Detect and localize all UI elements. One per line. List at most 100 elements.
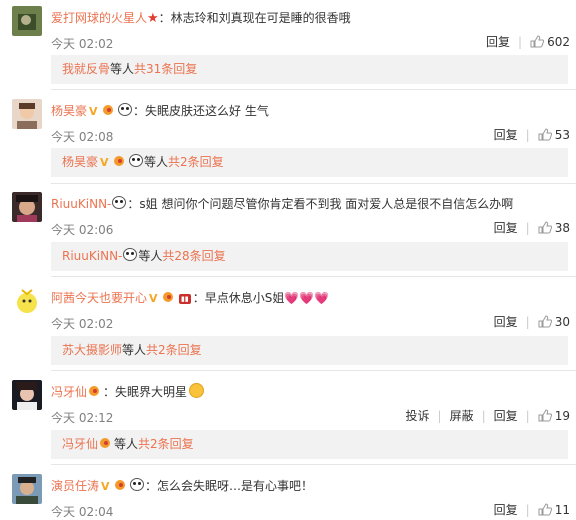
action-divider: | xyxy=(481,409,486,423)
reply-button[interactable]: 回复 xyxy=(486,33,510,50)
action-divider: | xyxy=(518,35,523,49)
thread-user[interactable]: 苏大摄影师 xyxy=(62,343,122,357)
username-link[interactable]: RiuuKiNN- xyxy=(51,197,111,211)
verified-v-icon: V xyxy=(101,480,110,493)
reply-thread-link[interactable]: 我就反骨等人共31条回复 xyxy=(51,55,568,84)
fan-badge-icon xyxy=(114,479,128,491)
comment-time: 今天 02:04 xyxy=(51,505,114,519)
thread-tail: 等人 xyxy=(110,62,135,76)
username-link[interactable]: 爱打网球的火星人 xyxy=(51,11,147,25)
avatar[interactable] xyxy=(12,6,42,36)
thread-tail: 等人 xyxy=(144,155,169,169)
comment-time: 今天 02:02 xyxy=(51,317,114,331)
username-link[interactable]: 演员任涛 xyxy=(51,479,99,493)
level-badge-icon: ▮▮ xyxy=(179,294,191,304)
thumbs-up-icon xyxy=(538,221,552,234)
fan-badge-icon xyxy=(102,104,116,116)
avatar[interactable] xyxy=(12,474,42,504)
thread-user[interactable]: RiuuKiNN- xyxy=(62,249,122,263)
reply-thread-link[interactable]: 杨昊豪 V 等人共2条回复 xyxy=(51,148,568,177)
report-button[interactable]: 投诉 xyxy=(406,407,430,424)
comment-time: 今天 02:02 xyxy=(51,37,114,51)
verified-v-icon: V xyxy=(100,156,109,169)
action-divider: | xyxy=(525,409,530,423)
verified-v-icon: V xyxy=(149,292,158,305)
avatar[interactable] xyxy=(12,99,42,129)
action-divider: | xyxy=(525,315,530,329)
thread-count[interactable]: 共2条回复 xyxy=(146,343,202,357)
thumbs-up-icon xyxy=(538,409,552,422)
reply-thread-link[interactable]: 冯牙仙 等人共2条回复 xyxy=(51,430,568,459)
thread-tail: 等人 xyxy=(122,343,147,357)
reply-thread-link[interactable]: RiuuKiNN- 等人共28条回复 xyxy=(51,242,568,271)
divider xyxy=(51,276,576,277)
fan-badge-icon xyxy=(99,437,113,449)
avatar[interactable] xyxy=(12,286,42,316)
panda-icon xyxy=(112,196,127,209)
like-count: 602 xyxy=(547,35,570,49)
divider xyxy=(51,183,576,184)
panda-icon xyxy=(130,478,145,491)
comment-text: ：林志玲和刘真现在可是睡的很香哦 xyxy=(158,11,351,25)
comment-text: ：失眠界大明星 xyxy=(103,385,188,399)
like-button[interactable]: 602 xyxy=(530,35,570,49)
like-count: 53 xyxy=(554,128,570,142)
comment-time: 今天 02:08 xyxy=(51,130,114,144)
red-star-icon: ★ xyxy=(147,11,159,26)
comment-text: ：怎么会失眠呀…是有心事吧！ xyxy=(145,479,314,493)
reply-thread-link[interactable]: 苏大摄影师等人共2条回复 xyxy=(51,336,568,365)
action-divider: | xyxy=(525,128,530,142)
fan-badge-icon xyxy=(113,155,127,167)
like-button[interactable]: 53 xyxy=(538,128,570,142)
comment-time: 今天 02:12 xyxy=(51,411,114,425)
like-button[interactable]: 30 xyxy=(538,315,570,329)
like-count: 30 xyxy=(554,315,570,329)
reply-button[interactable]: 回复 xyxy=(494,407,518,424)
panda-icon xyxy=(129,154,144,167)
thread-tail: 等人 xyxy=(114,437,139,451)
thread-user[interactable]: 冯牙仙 xyxy=(62,437,98,451)
like-count: 19 xyxy=(554,409,570,423)
reply-button[interactable]: 回复 xyxy=(494,126,518,143)
thumbs-up-icon xyxy=(530,35,545,48)
thread-user[interactable]: 杨昊豪 xyxy=(62,155,98,169)
verified-v-icon: V xyxy=(89,105,98,118)
like-count: 38 xyxy=(554,221,570,235)
panda-icon xyxy=(118,103,133,116)
thumbs-up-icon xyxy=(538,128,552,141)
thread-count[interactable]: 共2条回复 xyxy=(138,437,194,451)
divider xyxy=(51,89,576,90)
hearts-emoji-icon: 💗💗💗 xyxy=(284,291,330,305)
thumbs-up-icon xyxy=(538,503,552,516)
divider xyxy=(51,464,576,465)
action-divider: | xyxy=(525,221,530,235)
username-link[interactable]: 阿茜今天也要开心 xyxy=(51,291,147,305)
panda-icon xyxy=(123,248,138,261)
reply-button[interactable]: 回复 xyxy=(494,501,518,518)
thread-count[interactable]: 共28条回复 xyxy=(162,249,225,263)
thread-count[interactable]: 共31条回复 xyxy=(134,62,197,76)
divider xyxy=(51,370,576,371)
thumbs-up-icon xyxy=(538,315,552,328)
reply-button[interactable]: 回复 xyxy=(494,219,518,236)
thread-tail: 等人 xyxy=(138,249,163,263)
fan-badge-icon xyxy=(88,385,102,397)
comment-feed: 爱打网球的火星人★：林志玲和刘真现在可是睡的很香哦 今天 02:02 回复 | 60… xyxy=(0,0,576,519)
avatar[interactable] xyxy=(12,380,42,410)
thread-count[interactable]: 共2条回复 xyxy=(168,155,224,169)
username-link[interactable]: 杨昊豪 xyxy=(51,104,87,118)
action-divider: | xyxy=(437,409,442,423)
fan-badge-icon xyxy=(162,291,176,303)
comment-text: ：失眠皮肤还这么好 生气 xyxy=(133,104,269,118)
block-button[interactable]: 屏蔽 xyxy=(450,407,474,424)
like-button[interactable]: 38 xyxy=(538,221,570,235)
smile-emoji-icon xyxy=(189,383,205,398)
reply-button[interactable]: 回复 xyxy=(494,313,518,330)
thread-user[interactable]: 我就反骨 xyxy=(62,62,110,76)
avatar[interactable] xyxy=(12,192,42,222)
comment-text: ：s姐 想问你个问题尽管你肯定看不到我 面对爱人总是很不自信怎么办啊 xyxy=(127,197,514,211)
comment-time: 今天 02:06 xyxy=(51,223,114,237)
comment-text: ：早点休息小S姐 xyxy=(192,291,285,305)
username-link[interactable]: 冯牙仙 xyxy=(51,385,87,399)
like-button[interactable]: 19 xyxy=(538,409,570,423)
